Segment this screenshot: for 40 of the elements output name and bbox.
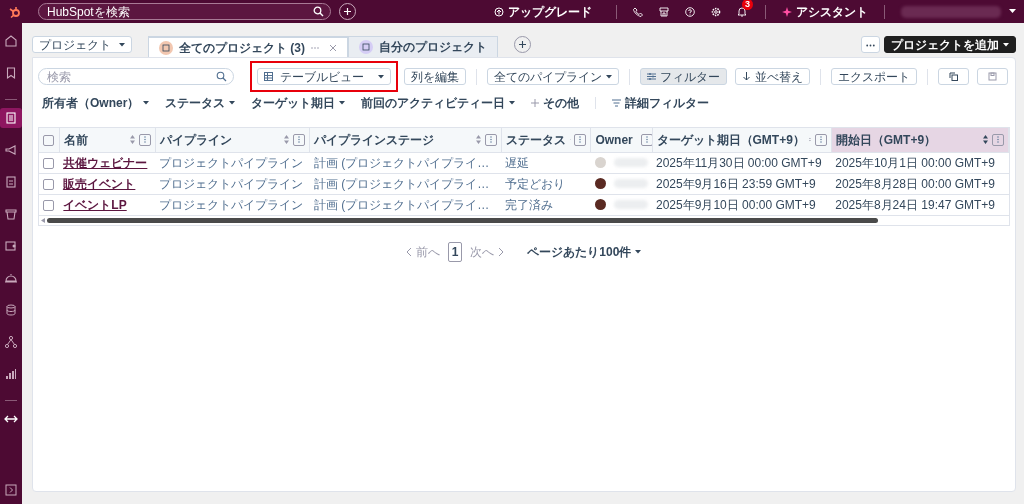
filter-dropdown[interactable]: 所有者（Owner）	[42, 94, 150, 112]
table-cell: 完了済み	[505, 197, 554, 212]
table-cell: プロジェクトパイプライン	[159, 155, 304, 170]
upgrade-button[interactable]: アップグレード	[494, 2, 592, 21]
tab[interactable]: 自分のプロジェクト	[348, 36, 498, 57]
page-size-dropdown[interactable]: ページあたり100件	[527, 242, 642, 261]
filter-dropdown[interactable]: ステータス	[165, 94, 236, 112]
page-number[interactable]: 1	[447, 241, 463, 262]
table-cell: 2025年10月1日 00:00 GMT+9	[835, 155, 995, 170]
toolbar-button[interactable]: 並べ替え	[735, 68, 810, 85]
table-cell: 計画 (プロジェクトパイプライ…	[313, 155, 490, 170]
table-cell: 2025年8月28日 00:00 GMT+9	[835, 176, 995, 191]
table-cell: 予定どおり	[505, 176, 566, 191]
toolbar-button[interactable]: 列を編集	[404, 68, 466, 85]
table-cell: プロジェクトパイプライン	[159, 176, 304, 191]
record-link[interactable]: 販売イベント	[63, 176, 136, 191]
table-cell: 計画 (プロジェクトパイプライ…	[313, 197, 490, 212]
record-link[interactable]: 共催ウェビナー	[63, 155, 148, 170]
table-cell: 2025年8月24日 19:47 GMT+9	[835, 197, 995, 212]
object-dropdown[interactable]: プロジェクト	[32, 36, 132, 53]
toolbar-button[interactable]: エクスポート	[831, 68, 917, 85]
assistant-button[interactable]: アシスタント	[782, 2, 868, 21]
table-cell: 遅延	[505, 155, 530, 170]
advanced-filters-button[interactable]: 詳細フィルター	[612, 94, 710, 112]
filter-dropdown[interactable]: 前回のアクティビティー日	[361, 94, 516, 112]
notification-badge: 3	[742, 0, 753, 10]
table-cell: 2025年9月16日 23:59 GMT+9	[656, 176, 816, 191]
add-filter-button[interactable]: その他	[531, 94, 580, 112]
table-cell: 2025年9月10日 00:00 GMT+9	[656, 197, 816, 212]
filter-dropdown[interactable]: ターゲット期日	[251, 94, 346, 112]
add-project-button[interactable]: プロジェクトを追加	[884, 36, 1016, 53]
view-dropdown[interactable]: テーブルビュー	[257, 68, 391, 85]
table-cell: 計画 (プロジェクトパイプライ…	[313, 176, 490, 191]
table-cell: プロジェクトパイプライン	[159, 197, 304, 212]
search-field[interactable]: HubSpotを検索	[38, 3, 331, 20]
toolbar-button[interactable]: 全てのパイプライン	[487, 68, 619, 85]
record-link[interactable]: イベントLP	[63, 197, 127, 212]
table-cell: 2025年11月30日 00:00 GMT+9	[656, 155, 822, 170]
tab[interactable]: 全てのプロジェクト (3)	[148, 36, 348, 57]
toolbar-button[interactable]: フィルター	[640, 68, 727, 85]
